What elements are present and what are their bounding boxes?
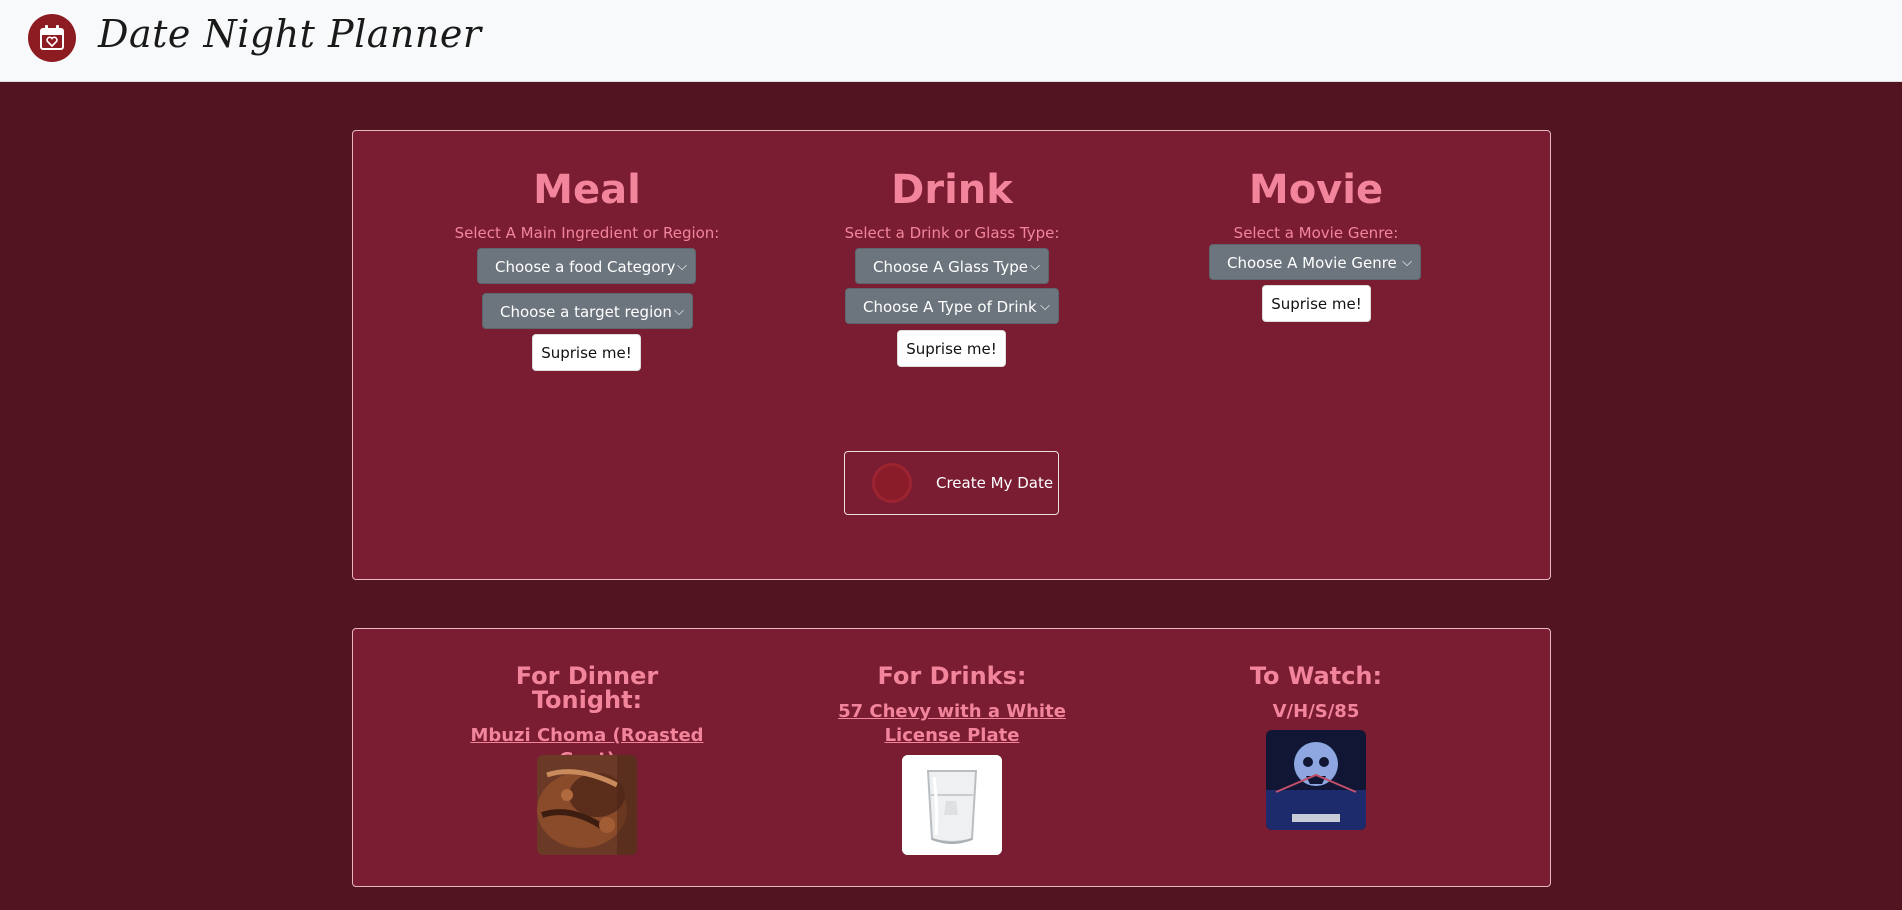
movie-title: V/H/S/85 [1272, 701, 1360, 722]
movie-surprise-button[interactable]: Suprise me! [1262, 285, 1371, 322]
meal-column: Meal Select A Main Ingredient or Region: [407, 170, 767, 242]
drink-surprise-button[interactable]: Suprise me! [897, 330, 1006, 367]
movie-genre-value: Choose A Movie Genre [1227, 254, 1397, 272]
loading-spinner-icon [872, 463, 912, 503]
dinner-heading: For Dinner Tonight: [515, 662, 659, 714]
meal-prompt: Select A Main Ingredient or Region: [454, 224, 720, 242]
chevron-down-icon: ⌵ [1030, 259, 1040, 274]
dinner-image[interactable] [537, 755, 637, 855]
drinks-result: For Drinks: 57 Chevy with a White Licens… [822, 664, 1082, 748]
chevron-down-icon: ⌵ [674, 304, 684, 319]
glass-type-value: Choose A Glass Type [873, 258, 1029, 276]
movie-heading: Movie [1248, 167, 1384, 213]
glass-type-select[interactable]: Choose A Glass Type ⌵ [855, 248, 1049, 284]
drink-type-value: Choose A Type of Drink [863, 298, 1037, 316]
chevron-down-icon: ⌵ [677, 259, 687, 274]
drink-heading: Drink [891, 167, 1013, 213]
calendar-heart-icon[interactable] [28, 14, 76, 62]
watch-heading: To Watch: [1249, 662, 1383, 690]
drink-prompt: Select a Drink or Glass Type: [844, 224, 1060, 242]
meal-surprise-button[interactable]: Suprise me! [532, 334, 641, 371]
movie-poster-image[interactable] [1266, 730, 1366, 830]
navbar: Date Night Planner [0, 0, 1902, 82]
create-my-date-button[interactable]: Create My Date [844, 451, 1059, 515]
chevron-down-icon: ⌵ [1402, 255, 1412, 270]
drink-recipe-link[interactable]: 57 Chevy with a White License Plate [822, 700, 1082, 748]
target-region-value: Choose a target region [500, 303, 672, 321]
create-my-date-label: Create My Date [936, 474, 1054, 492]
watch-result: To Watch: V/H/S/85 [1186, 664, 1446, 724]
food-category-select[interactable]: Choose a food Category ⌵ [477, 248, 696, 284]
drink-image[interactable] [902, 755, 1002, 855]
meal-heading: Meal [533, 167, 641, 213]
drink-column: Drink Select a Drink or Glass Type: [772, 170, 1132, 242]
movie-prompt: Select a Movie Genre: [1233, 224, 1399, 242]
brand-title[interactable]: Date Night Planner [98, 12, 482, 56]
movie-genre-select[interactable]: Choose A Movie Genre ⌵ [1209, 244, 1421, 280]
chevron-down-icon: ⌵ [1040, 299, 1050, 314]
drinks-heading: For Drinks: [877, 662, 1027, 690]
food-category-value: Choose a food Category [495, 258, 676, 276]
target-region-select[interactable]: Choose a target region ⌵ [482, 293, 693, 329]
movie-column: Movie Select a Movie Genre: [1136, 170, 1496, 242]
drink-type-select[interactable]: Choose A Type of Drink ⌵ [845, 288, 1059, 324]
